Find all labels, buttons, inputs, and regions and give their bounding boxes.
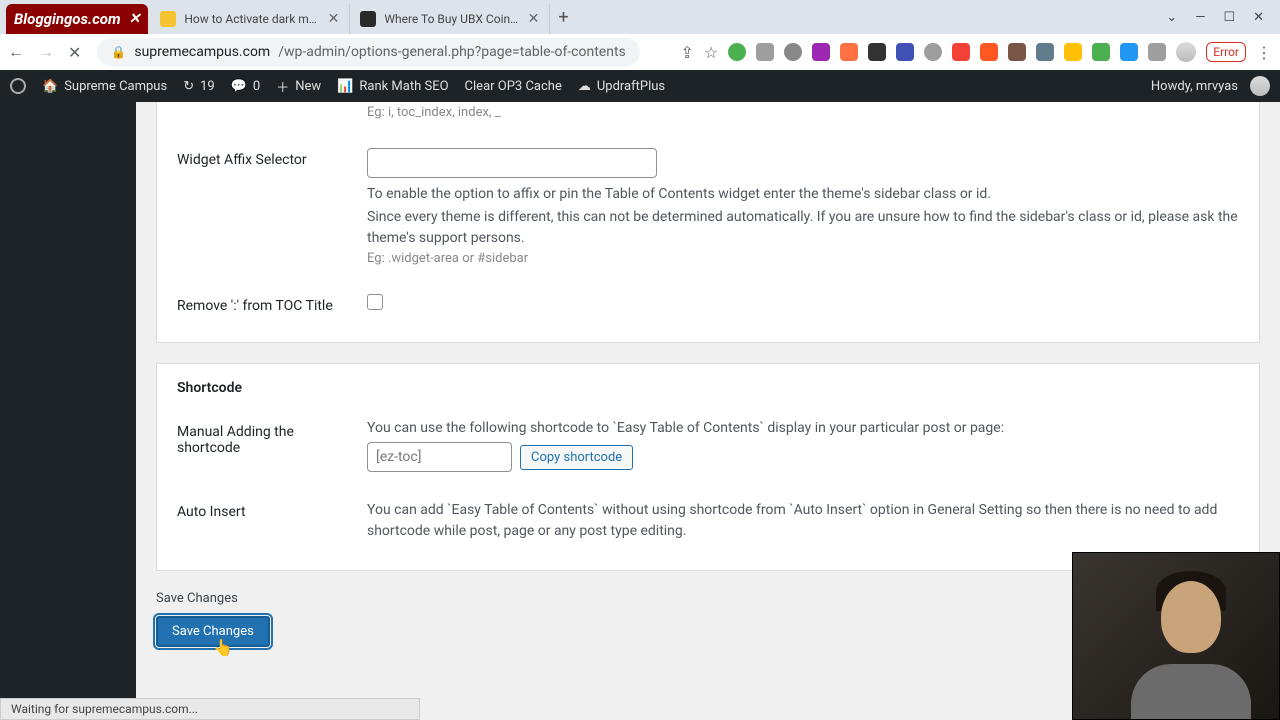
extension-icon[interactable] bbox=[952, 43, 970, 61]
extension-icon[interactable] bbox=[1036, 43, 1054, 61]
updraft-link[interactable]: ☁ UpdraftPlus bbox=[578, 79, 665, 94]
manual-shortcode-label: Manual Adding the shortcode bbox=[177, 420, 357, 456]
avatar-icon bbox=[1250, 76, 1270, 96]
affix-selector-input[interactable] bbox=[367, 148, 657, 178]
favicon-icon bbox=[360, 11, 376, 27]
chart-icon: 📊 bbox=[337, 79, 353, 94]
affix-label: Widget Affix Selector bbox=[177, 148, 357, 168]
prev-example-text: Eg: i, toc_index, index, _ bbox=[367, 105, 501, 120]
forward-icon[interactable]: → bbox=[38, 42, 54, 62]
remove-colon-label: Remove ':' from TOC Title bbox=[177, 294, 357, 314]
browser-tab[interactable]: Where To Buy UBX Coin : 5 Cryp ✕ bbox=[350, 4, 550, 34]
new-content-link[interactable]: ＋ New bbox=[276, 77, 321, 96]
lock-icon: 🔒 bbox=[111, 45, 126, 59]
address-bar: ← → ✕ 🔒 supremecampus.com/wp-admin/optio… bbox=[0, 34, 1280, 70]
shortcode-heading: Shortcode bbox=[157, 364, 1259, 406]
comment-icon: 💬 bbox=[231, 79, 247, 94]
extension-icon[interactable] bbox=[840, 43, 858, 61]
tab-title: Where To Buy UBX Coin : 5 Cryp bbox=[384, 12, 519, 26]
rankmath-link[interactable]: 📊 Rank Math SEO bbox=[337, 79, 448, 94]
extension-icon[interactable] bbox=[1008, 43, 1026, 61]
cloud-icon: ☁ bbox=[578, 79, 591, 94]
back-icon[interactable]: ← bbox=[8, 42, 24, 62]
plus-icon: ＋ bbox=[276, 77, 289, 96]
logo-tab[interactable]: Bloggingos.com ✕ bbox=[6, 4, 148, 34]
extension-icon[interactable] bbox=[756, 43, 774, 61]
auto-insert-desc: You can add `Easy Table of Contents` wit… bbox=[367, 500, 1239, 542]
status-bar: Waiting for supremecampus.com... bbox=[0, 698, 420, 720]
error-chip[interactable]: Error bbox=[1206, 42, 1246, 62]
updates-link[interactable]: ↻ 19 bbox=[183, 79, 215, 94]
shortcode-value[interactable]: [ez-toc] bbox=[367, 442, 512, 472]
extension-icon[interactable] bbox=[1092, 43, 1110, 61]
refresh-icon: ↻ bbox=[183, 79, 194, 94]
url-domain: supremecampus.com bbox=[134, 44, 270, 60]
clear-cache-label: Clear OP3 Cache bbox=[465, 79, 562, 94]
close-window-icon[interactable]: ✕ bbox=[1253, 10, 1264, 25]
new-label: New bbox=[295, 79, 321, 94]
extension-icon[interactable] bbox=[728, 43, 746, 61]
logo-text: Bloggingos.com bbox=[14, 10, 121, 28]
updates-count: 19 bbox=[200, 79, 215, 94]
close-icon[interactable]: ✕ bbox=[528, 11, 540, 27]
comments-link[interactable]: 💬0 bbox=[231, 79, 261, 94]
updraft-label: UpdraftPlus bbox=[597, 79, 665, 94]
auto-insert-label: Auto Insert bbox=[177, 500, 357, 520]
extension-icon[interactable] bbox=[924, 43, 942, 61]
chevron-down-icon[interactable]: ⌄ bbox=[1166, 10, 1177, 25]
extension-icon[interactable] bbox=[784, 43, 802, 61]
tab-title: How to Activate dark mode on s bbox=[184, 12, 319, 26]
howdy-text: Howdy, mrvyas bbox=[1151, 79, 1238, 94]
reload-stop-icon[interactable]: ✕ bbox=[68, 43, 81, 62]
window-controls: ⌄ — ☐ ✕ bbox=[1166, 10, 1274, 25]
webcam-overlay bbox=[1072, 552, 1280, 720]
favicon-icon bbox=[160, 11, 176, 27]
url-path: /wp-admin/options-general.php?page=table… bbox=[278, 44, 626, 60]
wp-logo-menu[interactable] bbox=[10, 78, 26, 94]
affix-desc-2: Since every theme is different, this can… bbox=[367, 207, 1239, 249]
close-icon[interactable]: ✕ bbox=[328, 11, 340, 27]
wordpress-icon bbox=[10, 78, 26, 94]
profile-avatar-icon[interactable] bbox=[1176, 42, 1196, 62]
account-link[interactable]: Howdy, mrvyas bbox=[1151, 76, 1270, 96]
clear-cache-link[interactable]: Clear OP3 Cache bbox=[465, 79, 562, 94]
copy-shortcode-button[interactable]: Copy shortcode bbox=[520, 445, 633, 470]
maximize-icon[interactable]: ☐ bbox=[1223, 10, 1235, 25]
url-field[interactable]: 🔒 supremecampus.com/wp-admin/options-gen… bbox=[97, 38, 639, 66]
rankmath-label: Rank Math SEO bbox=[359, 79, 448, 94]
affix-example: Eg: .widget-area or #sidebar bbox=[367, 251, 1239, 266]
site-name: Supreme Campus bbox=[64, 79, 167, 94]
extension-icon[interactable] bbox=[1064, 43, 1082, 61]
save-changes-button[interactable]: Save Changes bbox=[156, 616, 270, 647]
extension-icon[interactable] bbox=[980, 43, 998, 61]
new-tab-button[interactable]: + bbox=[550, 7, 576, 28]
admin-sidebar[interactable] bbox=[0, 102, 136, 720]
wp-admin-bar: 🏠Supreme Campus ↻19 💬0 ＋New 📊Rank Math S… bbox=[0, 70, 1280, 102]
remove-colon-checkbox[interactable] bbox=[367, 294, 383, 310]
extension-icon[interactable] bbox=[1148, 43, 1166, 61]
comments-count: 0 bbox=[253, 79, 260, 94]
extension-icon[interactable] bbox=[868, 43, 886, 61]
extension-icon[interactable] bbox=[812, 43, 830, 61]
extension-icon[interactable] bbox=[1120, 43, 1138, 61]
home-icon: 🏠 bbox=[42, 79, 58, 94]
kebab-menu-icon[interactable]: ⋮ bbox=[1256, 43, 1272, 62]
status-text: Waiting for supremecampus.com... bbox=[11, 702, 198, 716]
site-link[interactable]: 🏠 Supreme Campus bbox=[42, 79, 167, 94]
minimize-icon[interactable]: — bbox=[1195, 10, 1205, 25]
extension-icon[interactable] bbox=[896, 43, 914, 61]
tab-strip: Bloggingos.com ✕ How to Activate dark mo… bbox=[0, 0, 1280, 34]
browser-tab[interactable]: How to Activate dark mode on s ✕ bbox=[150, 4, 350, 34]
affix-desc-1: To enable the option to affix or pin the… bbox=[367, 184, 1239, 205]
close-icon[interactable]: ✕ bbox=[129, 11, 141, 27]
share-icon[interactable]: ⇪ bbox=[681, 43, 694, 62]
manual-shortcode-desc: You can use the following shortcode to `… bbox=[367, 420, 1239, 436]
star-icon[interactable]: ☆ bbox=[704, 43, 718, 62]
